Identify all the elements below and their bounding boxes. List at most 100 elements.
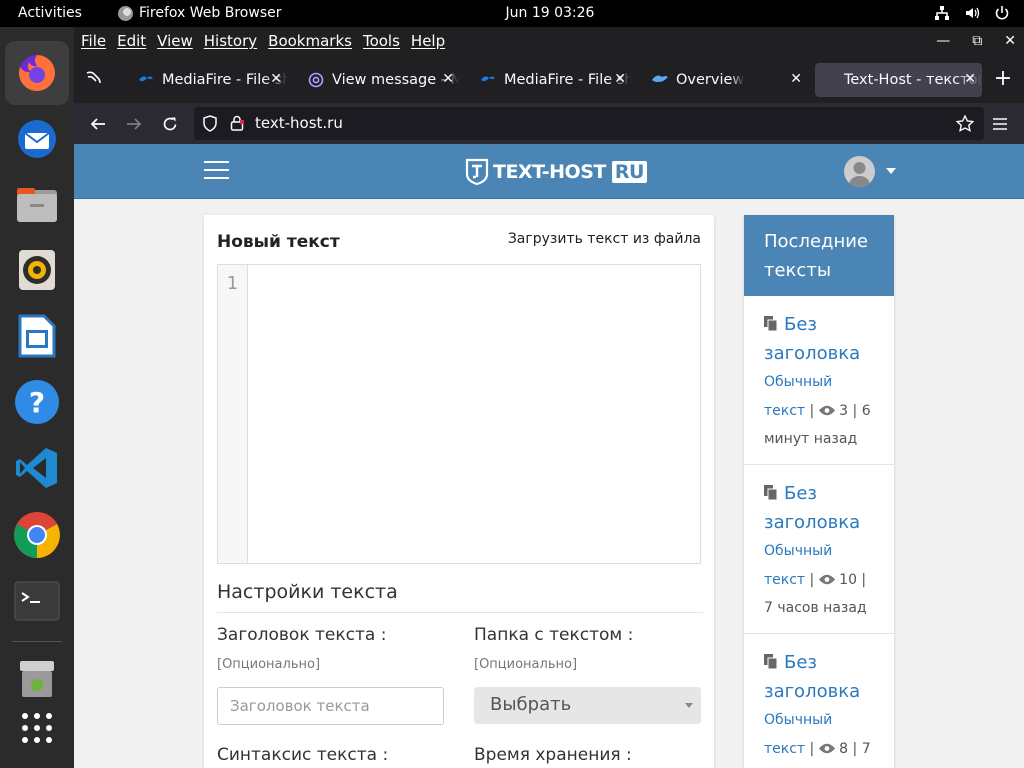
tab-overview[interactable]: Overview ✕: [642, 63, 808, 97]
system-tray[interactable]: [934, 5, 1010, 21]
chrome-icon: [14, 512, 60, 558]
tab-label: Overview: [676, 72, 745, 88]
tab-view-message[interactable]: View message - Mail ✕: [298, 63, 460, 97]
folder-label: Папка с текстом :: [474, 625, 634, 645]
tab-mediafire-1[interactable]: MediaFire - File sharing ✕: [128, 63, 288, 97]
folder-select-value: Выбрать: [490, 694, 572, 715]
chevron-down-icon[interactable]: [886, 168, 896, 174]
recent-text-title: Без заголовка: [764, 652, 861, 702]
dock-rhythmbox[interactable]: [13, 246, 61, 294]
eye-icon: [818, 405, 835, 415]
tab-label: Text-Host - текстовый хостинг: [844, 72, 982, 88]
forward-button[interactable]: [121, 111, 147, 137]
list-item: Без заголовка Обычный текст | 10 | 7 час…: [744, 465, 894, 634]
dock-writer[interactable]: [13, 312, 61, 360]
view-count: 10: [839, 571, 857, 588]
shield-icon[interactable]: [202, 115, 218, 132]
recent-text-title-link[interactable]: Без заголовка: [764, 648, 874, 706]
volume-icon: [966, 7, 980, 19]
copy-document-icon: [764, 654, 778, 669]
panel-title: Новый текст: [217, 232, 340, 252]
mediafire-icon: [138, 72, 154, 88]
tab-label: View message - Mail: [332, 72, 460, 88]
new-tab-button[interactable]: +: [992, 68, 1014, 91]
text-editor[interactable]: 1: [217, 264, 701, 564]
folder-hint: [Опционально]: [474, 657, 578, 672]
expiry-label: Время хранения :: [474, 745, 632, 765]
avatar[interactable]: [844, 156, 875, 187]
upload-from-file-link[interactable]: Загрузить текст из файла: [508, 231, 701, 247]
web-page: TEXT-HOST RU Новый текст Загрузить текст…: [74, 144, 1024, 768]
menu-edit[interactable]: Edit: [117, 32, 146, 50]
copy-document-icon: [764, 316, 778, 331]
dock-files[interactable]: [13, 180, 61, 228]
firefox-menubar: File Edit View History Bookmarks Tools H…: [74, 27, 1024, 56]
trash-icon: [20, 661, 54, 697]
clock[interactable]: Jun 19 03:26: [0, 5, 1024, 21]
recent-text-title-link[interactable]: Без заголовка: [764, 310, 874, 368]
menu-tools[interactable]: Tools: [363, 32, 400, 50]
recent-text-meta: Обычный текст | 8 | 7: [764, 712, 871, 757]
speaker-icon: [19, 250, 55, 290]
recent-text-title-link[interactable]: Без заголовка: [764, 479, 874, 537]
close-window-icon[interactable]: ✕: [1004, 33, 1016, 49]
menu-file[interactable]: File: [81, 32, 106, 50]
recent-text-title: Без заголовка: [764, 314, 861, 364]
site-logo[interactable]: TEXT-HOST RU: [465, 158, 647, 186]
new-text-panel: Новый текст Загрузить текст из файла 1 Н…: [204, 215, 714, 768]
url-bar[interactable]: text-host.ru: [194, 107, 984, 140]
firefox-view-icon[interactable]: [84, 69, 106, 89]
line-number: 1: [226, 273, 239, 294]
title-input[interactable]: Заголовок текста: [217, 687, 444, 725]
reload-button[interactable]: [157, 111, 183, 137]
recent-text-title: Без заголовка: [764, 483, 861, 533]
logo-ru: RU: [611, 161, 647, 183]
view-count: 3: [839, 402, 849, 419]
dock-firefox[interactable]: [5, 41, 69, 105]
network-icon: [935, 6, 949, 20]
tab-bar: MediaFire - File sharing ✕ View message …: [74, 56, 1024, 103]
dock-help[interactable]: ?: [13, 378, 61, 426]
lock-icon[interactable]: [230, 115, 244, 131]
settings-heading: Настройки текста: [217, 581, 398, 603]
dock-chrome[interactable]: [13, 511, 61, 559]
minimize-icon[interactable]: —: [936, 33, 950, 49]
menu-history[interactable]: History: [204, 32, 257, 50]
list-item: Без заголовка Обычный текст | 8 | 7: [744, 634, 894, 768]
recent-text-meta: Обычный текст | 10 | 7 часов назад: [764, 543, 867, 616]
system-top-bar: Activities Firefox Web Browser Jun 19 03…: [0, 0, 1024, 27]
tab-text-host[interactable]: Text-Host - текстовый хостинг ✕: [815, 63, 982, 97]
close-tab-icon[interactable]: ✕: [964, 71, 976, 87]
menu-help[interactable]: Help: [411, 32, 445, 50]
firefox-icon: [18, 55, 55, 91]
menu-bookmarks[interactable]: Bookmarks: [268, 32, 352, 50]
close-tab-icon[interactable]: ✕: [270, 71, 282, 87]
menu-list: File Edit View History Bookmarks Tools H…: [81, 32, 445, 50]
dock-vscode[interactable]: [13, 444, 61, 492]
dock-separator: [12, 641, 62, 642]
menu-view[interactable]: View: [157, 32, 193, 50]
tab-label: MediaFire - File sharing: [504, 72, 632, 88]
close-tab-icon[interactable]: ✕: [442, 71, 454, 87]
bookmark-star-icon[interactable]: [956, 115, 974, 132]
dock-trash[interactable]: [13, 655, 61, 703]
dock-thunderbird[interactable]: [13, 115, 61, 163]
mediafire-icon: [480, 72, 496, 88]
dock-terminal[interactable]: [13, 577, 61, 625]
dock-app-grid[interactable]: [13, 704, 61, 752]
divider: [217, 612, 703, 613]
power-icon: [995, 6, 1009, 20]
app-menu-button[interactable]: [987, 111, 1013, 137]
tab-mediafire-2[interactable]: MediaFire - File sharing ✕: [470, 63, 632, 97]
eye-icon: [818, 743, 835, 753]
close-tab-icon[interactable]: ✕: [614, 71, 626, 87]
reload-icon: [163, 117, 177, 131]
terminal-icon: [14, 581, 60, 621]
url-text: text-host.ru: [255, 114, 343, 132]
back-button[interactable]: [85, 111, 111, 137]
site-menu-button[interactable]: [204, 161, 229, 181]
restore-icon[interactable]: ⧉: [972, 33, 982, 49]
close-tab-icon[interactable]: ✕: [790, 71, 802, 87]
list-item: Без заголовка Обычный текст | 3 | 6 мину…: [744, 296, 894, 465]
folder-select[interactable]: Выбрать: [474, 687, 701, 724]
